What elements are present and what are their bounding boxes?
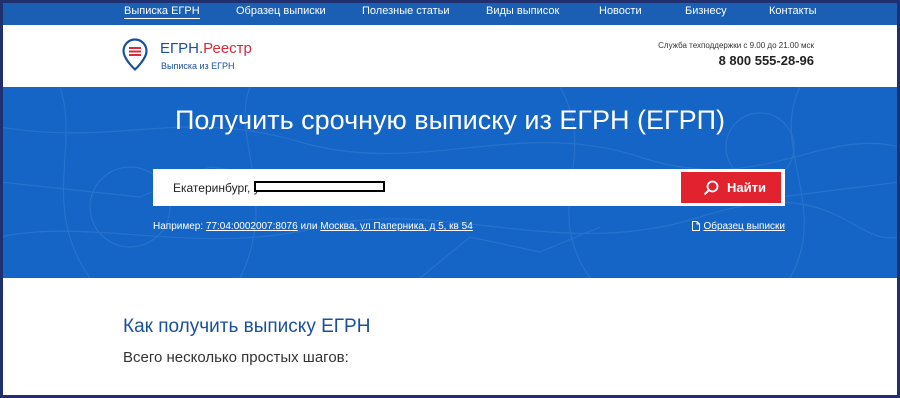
search-example: Например: 77:04:0002007:8076 или Москва,…	[153, 221, 473, 232]
support-phone[interactable]: 8 800 555-28-96	[719, 53, 814, 68]
site-header: ЕГРН.Реестр Выписка из ЕГРН Служба техпо…	[0, 25, 900, 87]
sample-extract-link[interactable]: Образец выписки	[703, 221, 785, 232]
search-icon	[703, 180, 719, 196]
search-button[interactable]: Найти	[681, 172, 781, 203]
support-hours: Служба техподдержки с 9.00 до 21.00 мск	[658, 41, 814, 50]
document-icon	[692, 221, 701, 231]
example-or: или	[300, 221, 318, 232]
example-cadastral-link[interactable]: 77:04:0002007:8076	[206, 221, 298, 232]
search-box: Найти	[153, 169, 785, 206]
nav-item-business[interactable]: Бизнесу	[685, 5, 727, 17]
hero-title: Получить срочную выписку из ЕГРН (ЕГРП)	[174, 105, 726, 135]
nav-item-egrn-extract[interactable]: Выписка ЕГРН	[124, 5, 200, 19]
how-to-title: Как получить выписку ЕГРН	[123, 316, 371, 337]
sample-extract: Образец выписки	[692, 221, 785, 232]
logo-wordmark[interactable]: ЕГРН.Реестр	[160, 40, 252, 57]
how-to-subtitle: Всего несколько простых шагов:	[123, 349, 349, 366]
example-prefix: Например:	[153, 221, 204, 232]
logo-subtitle: Выписка из ЕГРН	[161, 61, 235, 71]
logo-main-text: ЕГРН	[160, 40, 199, 57]
top-navigation: Выписка ЕГРН Образец выписки Полезные ст…	[0, 0, 900, 25]
logo-accent-text: Реестр	[203, 40, 252, 57]
nav-item-extract-types[interactable]: Виды выписок	[486, 5, 559, 17]
redacted-address-box	[254, 181, 385, 192]
hero-section: Получить срочную выписку из ЕГРН (ЕГРП) …	[0, 87, 900, 278]
nav-item-news[interactable]: Новости	[599, 5, 642, 17]
nav-item-articles[interactable]: Полезные статьи	[362, 5, 449, 17]
address-search-input[interactable]	[153, 169, 673, 206]
map-pin-logo-icon[interactable]	[122, 38, 148, 71]
example-address-link[interactable]: Москва, ул Паперника, д 5, кв 54	[320, 221, 473, 232]
search-button-label: Найти	[727, 180, 766, 195]
nav-item-sample[interactable]: Образец выписки	[236, 5, 326, 17]
nav-item-contacts[interactable]: Контакты	[769, 5, 817, 17]
